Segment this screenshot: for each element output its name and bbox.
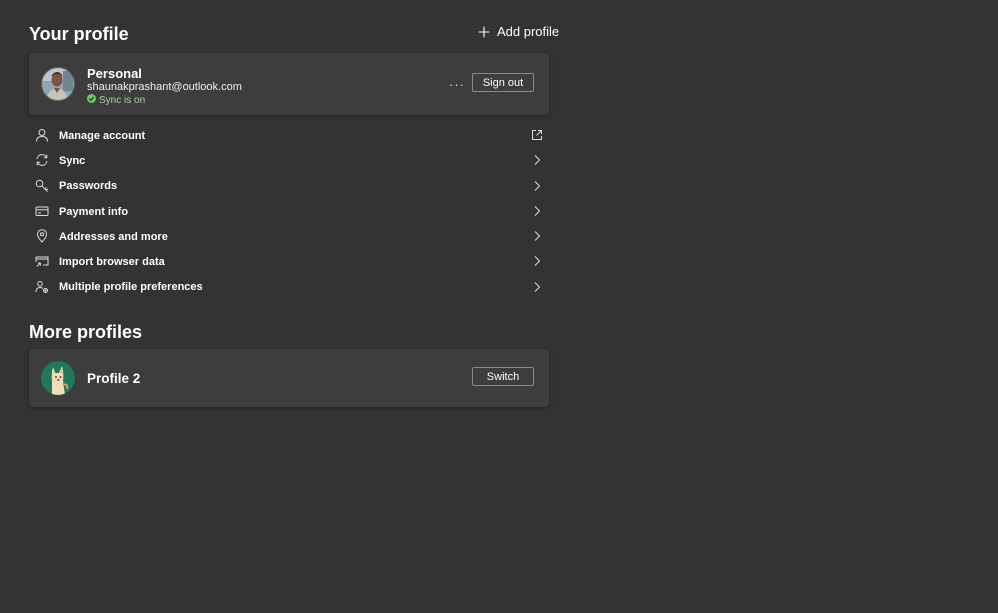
external-link-icon: [531, 129, 543, 141]
menu-item-manage-account[interactable]: Manage account: [29, 123, 549, 148]
add-profile-label: Add profile: [497, 24, 560, 39]
sign-out-button[interactable]: Sign out: [472, 73, 534, 92]
menu-item-import-browser-data[interactable]: Import browser data: [29, 249, 549, 274]
chevron-right-icon: [531, 154, 543, 166]
profile-card: Personal shaunakprashant@outlook.com Syn…: [29, 53, 549, 115]
add-profile-button[interactable]: Add profile: [478, 24, 559, 39]
chevron-right-icon: [531, 205, 543, 217]
switch-profile-button[interactable]: Switch: [472, 367, 534, 386]
menu-item-payment-info[interactable]: Payment info: [29, 199, 549, 224]
profiles-settings-icon: [35, 280, 49, 294]
chevron-right-icon: [531, 180, 543, 192]
person-icon: [35, 128, 49, 142]
credit-card-icon: [35, 204, 49, 218]
menu-item-multiple-profile-preferences[interactable]: Multiple profile preferences: [29, 275, 549, 300]
sync-status: Sync is on: [87, 94, 145, 106]
menu-item-passwords[interactable]: Passwords: [29, 174, 549, 199]
key-icon: [35, 179, 49, 193]
import-icon: [35, 254, 49, 268]
avatar[interactable]: [41, 67, 75, 101]
profile-email: shaunakprashant@outlook.com: [87, 81, 242, 93]
avatar[interactable]: [41, 361, 75, 395]
menu-item-label: Sync: [59, 154, 86, 167]
profile-card: Profile 2 Switch: [29, 349, 549, 407]
chevron-right-icon: [531, 281, 543, 293]
menu-item-label: Passwords: [59, 180, 118, 193]
chevron-right-icon: [531, 255, 543, 267]
plus-icon: [478, 26, 490, 38]
more-options-button[interactable]: ···: [448, 75, 466, 93]
menu-item-label: Addresses and more: [59, 230, 168, 243]
menu-item-label: Manage account: [59, 129, 146, 142]
profile-settings-list: Manage account Sync Passwords Payment in…: [29, 123, 549, 300]
sync-icon: [35, 153, 49, 167]
menu-item-label: Payment info: [59, 205, 129, 218]
location-pin-icon: [35, 229, 49, 243]
profile-name: Profile 2: [87, 371, 141, 386]
chevron-right-icon: [531, 230, 543, 242]
menu-item-sync[interactable]: Sync: [29, 148, 549, 173]
page-title: Your profile: [29, 24, 129, 44]
menu-item-label: Multiple profile preferences: [59, 281, 203, 294]
menu-item-addresses[interactable]: Addresses and more: [29, 224, 549, 249]
check-circle-icon: [87, 94, 96, 106]
sync-status-label: Sync is on: [99, 94, 146, 106]
profile-name: Personal: [87, 66, 142, 81]
section-title: More profiles: [29, 322, 143, 342]
menu-item-label: Import browser data: [59, 256, 165, 269]
